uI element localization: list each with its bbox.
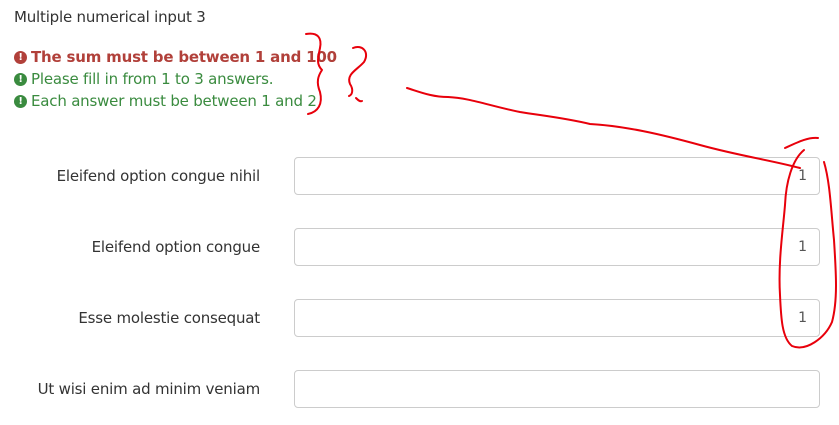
answer-input[interactable] bbox=[294, 370, 820, 408]
answer-row: Ut wisi enim ad minim veniam bbox=[0, 370, 839, 408]
annotation-dot bbox=[355, 97, 363, 103]
validation-tip-sum: ! The sum must be between 1 and 100 bbox=[14, 46, 337, 68]
answer-label: Ut wisi enim ad minim veniam bbox=[37, 380, 261, 398]
answer-input[interactable] bbox=[294, 157, 820, 195]
validation-tip-text: Please fill in from 1 to 3 answers. bbox=[31, 70, 274, 88]
answer-row: Esse molestie consequat bbox=[0, 299, 839, 337]
answer-label: Esse molestie consequat bbox=[78, 309, 260, 327]
answer-input[interactable] bbox=[294, 299, 820, 337]
validation-tip-text: The sum must be between 1 and 100 bbox=[31, 48, 337, 66]
answer-row: Eleifend option congue nihil bbox=[0, 157, 839, 195]
survey-question: Multiple numerical input 3 ! The sum mus… bbox=[0, 0, 839, 425]
exclamation-circle-icon: ! bbox=[14, 50, 27, 64]
annotation-question-mark bbox=[348, 46, 368, 97]
answer-label: Eleifend option congue bbox=[91, 238, 261, 256]
question-title: Multiple numerical input 3 bbox=[14, 8, 206, 26]
validation-tip-text: Each answer must be between 1 and 2 bbox=[31, 92, 317, 110]
validation-tip-count: ! Please fill in from 1 to 3 answers. bbox=[14, 68, 337, 90]
exclamation-circle-icon: ! bbox=[14, 72, 27, 86]
validation-tip-range: ! Each answer must be between 1 and 2 bbox=[14, 90, 337, 112]
exclamation-circle-icon: ! bbox=[14, 94, 27, 108]
annotation-arrow-line bbox=[406, 87, 801, 169]
answer-row: Eleifend option congue bbox=[0, 228, 839, 266]
answer-input[interactable] bbox=[294, 228, 820, 266]
answer-label: Eleifend option congue nihil bbox=[56, 167, 261, 185]
validation-tips: ! The sum must be between 1 and 100 ! Pl… bbox=[14, 46, 337, 112]
